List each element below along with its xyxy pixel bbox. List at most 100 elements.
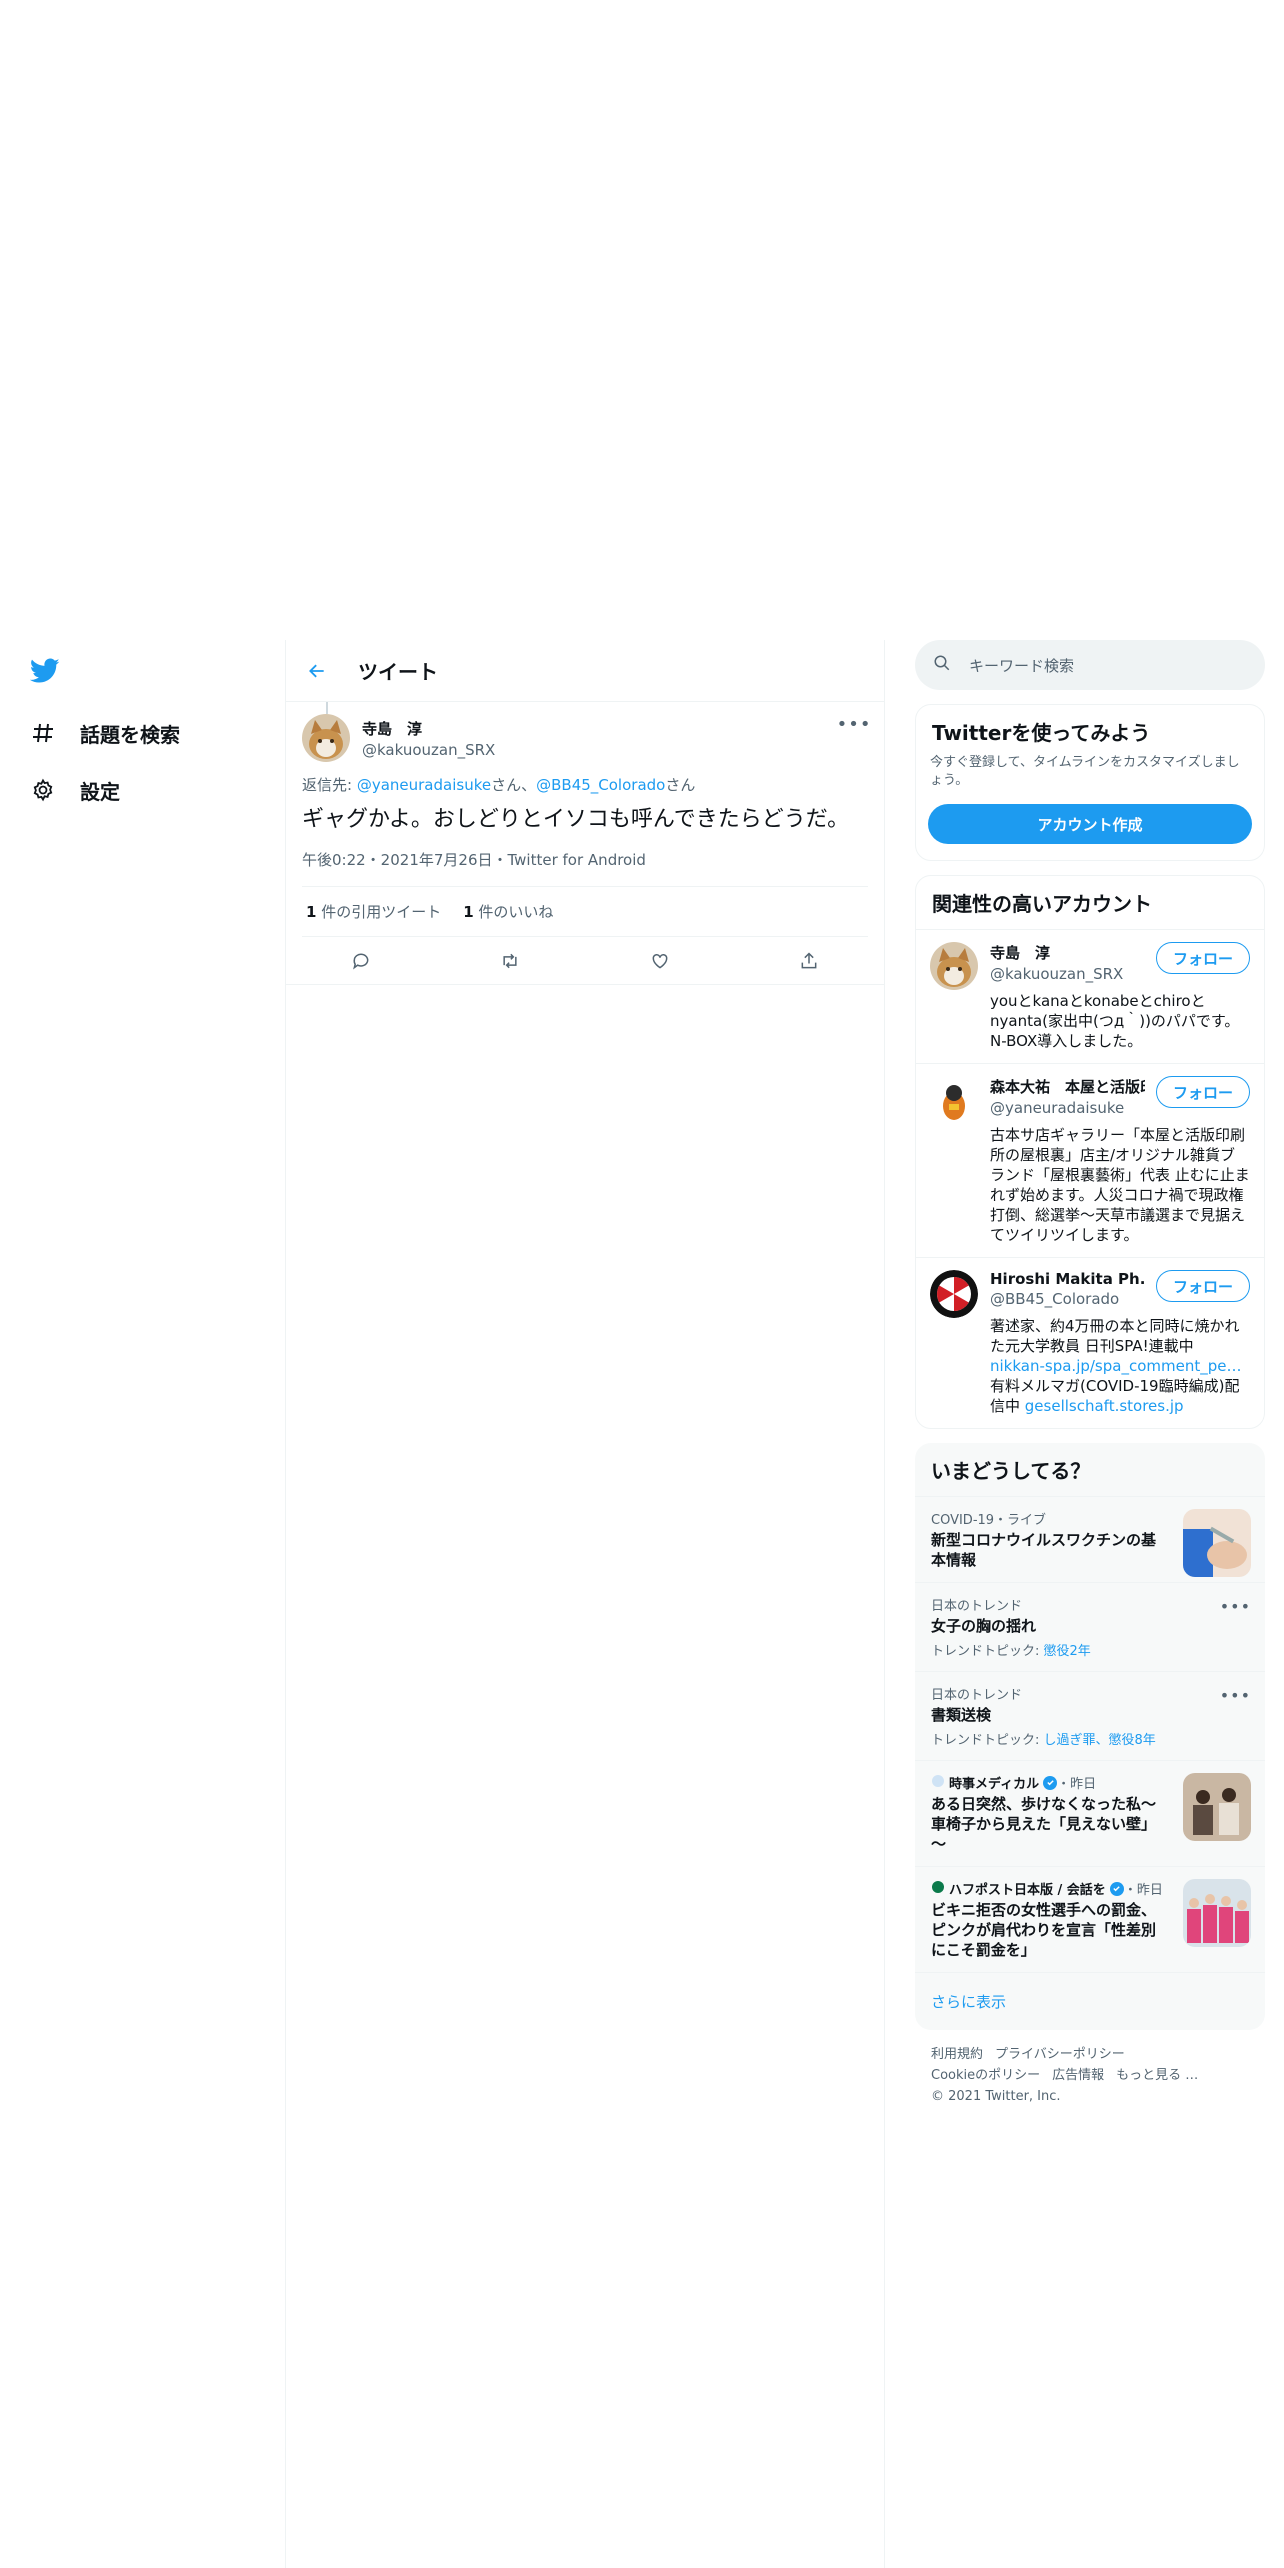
trend-item[interactable]: 日本のトレンド 女子の胸の揺れ トレンドトピック: 懲役2年 ••• <box>915 1582 1265 1671</box>
share-icon[interactable] <box>791 943 827 979</box>
author-name[interactable]: 寺島 淳 <box>362 718 495 739</box>
follow-button[interactable]: フォロー <box>1155 942 1250 974</box>
trend-item[interactable]: COVID-19・ライブ 新型コロナウイルスワクチンの基本情報 <box>915 1496 1265 1582</box>
avatar[interactable] <box>302 714 350 762</box>
trend-title: 女子の胸の揺れ <box>931 1617 1037 1635</box>
nav-item-label: 話題を検索 <box>80 722 180 747</box>
reply-prefix: 返信先: <box>302 776 357 794</box>
avatar[interactable] <box>930 1270 978 1318</box>
trend-item[interactable]: 日本のトレンド 書類送検 トレンドトピック: し過ぎ罪、懲役8年 ••• <box>915 1671 1265 1760</box>
tweet: 寺島 淳 @kakuouzan_SRX ••• 返信先: @yaneuradai… <box>286 702 884 985</box>
source-name: ハフポスト日本版 / 会話を <box>949 1883 1106 1898</box>
account-item[interactable]: Hiroshi Makita Ph.D. @BB45_Colorado 著述家、… <box>916 1257 1264 1428</box>
account-bio: youとkanaとkonabeとchiroとnyanta(家出中(つд｀))のパ… <box>990 992 1240 1050</box>
trend-topic: トレンドトピック: 懲役2年 <box>931 1644 1091 1659</box>
trend-context: 日本のトレンド <box>931 1688 1023 1703</box>
trend-title: ビキニ拒否の女性選手への罰金、ピンクが肩代わりを宣言「性差別にこそ罰金を」 <box>931 1901 1157 1959</box>
back-arrow-icon[interactable] <box>304 658 330 684</box>
nav-item-label: 設定 <box>80 779 120 804</box>
retweet-icon[interactable] <box>492 943 528 979</box>
bio-link[interactable]: gesellschaft.stores.jp <box>1025 1397 1184 1415</box>
verified-badge-icon <box>1043 1775 1058 1790</box>
nav-item-settings[interactable]: 設定 <box>30 770 120 810</box>
bio-link[interactable]: nikkan-spa.jp/spa_comment_pe… <box>990 1357 1241 1375</box>
more-options-icon[interactable]: ••• <box>1220 1597 1251 1616</box>
trend-title: 書類送検 <box>931 1706 992 1724</box>
gear-icon <box>30 777 56 803</box>
reply-icon[interactable] <box>343 943 379 979</box>
account-name[interactable]: 森本大祐 本屋と活版印 <box>990 1076 1145 1097</box>
trend-item[interactable]: ハフポスト日本版 / 会話を ・昨日 ビキニ拒否の女性選手への罰金、ピンクが肩代… <box>915 1866 1265 1972</box>
follow-button[interactable]: フォロー <box>1155 1076 1250 1108</box>
sidebar-right: キーワード検索 Twitterを使ってみよう 今すぐ登録して、タイムラインをカス… <box>915 640 1265 2121</box>
trends-card: いまどうしてる？ COVID-19・ライブ 新型コロナウイルスワクチンの基本情報… <box>915 1443 1265 2030</box>
source-logo-icon <box>931 1880 945 1898</box>
footer: 利用規約 プライバシーポリシー Cookieのポリシー 広告情報 もっと見る … © … <box>915 2030 1265 2121</box>
trend-topic-link[interactable]: し過ぎ罪、懲役8年 <box>1044 1733 1156 1748</box>
tweet-actions <box>286 937 884 985</box>
author-handle[interactable]: @kakuouzan_SRX <box>362 741 495 759</box>
reply-mention-link[interactable]: @yaneuradaisuke <box>357 776 491 794</box>
account-bio: 著述家、約4万冊の本と同時に焼かれた元大学教員 日刊SPA!連載中 nikkan… <box>990 1317 1242 1415</box>
trend-topic: トレンドトピック: し過ぎ罪、懲役8年 <box>931 1733 1156 1748</box>
copyright: © 2021 Twitter, Inc. <box>931 2089 1061 2104</box>
more-options-icon[interactable]: ••• <box>1220 1686 1251 1705</box>
signup-subtitle: 今すぐ登録して、タイムラインをカスタマイズしましょう。 <box>930 755 1240 788</box>
verified-badge-icon <box>1109 1881 1124 1896</box>
show-more-link[interactable]: さらに表示 <box>915 1972 1265 2030</box>
heart-icon[interactable] <box>642 943 678 979</box>
footer-link[interactable]: Cookieのポリシー <box>931 2068 1040 2083</box>
trend-context: COVID-19・ライブ <box>931 1513 1047 1528</box>
thread-line <box>326 702 328 714</box>
account-item[interactable]: 森本大祐 本屋と活版印 @yaneuradaisuke 古本サ店ギャラリー「本屋… <box>916 1063 1264 1257</box>
search-icon <box>933 654 951 676</box>
trend-topic-link[interactable]: 懲役2年 <box>1044 1644 1091 1659</box>
reply-suffix: さん、 <box>491 776 537 794</box>
tweet-timestamp[interactable]: 午後0:22・2021年7月26日・Twitter for Android <box>302 849 868 887</box>
trend-title: ある日突然、歩けなくなった私～車椅子から見えた「見えない壁」～ <box>931 1795 1157 1853</box>
trend-thumbnail <box>1183 1509 1251 1577</box>
more-options-icon[interactable]: ••• <box>837 714 871 735</box>
source-logo-icon <box>931 1774 945 1792</box>
trend-thumbnail <box>1183 1879 1251 1947</box>
trend-thumbnail <box>1183 1773 1251 1841</box>
account-name[interactable]: Hiroshi Makita Ph.D. <box>990 1270 1145 1288</box>
hashtag-icon <box>30 720 56 746</box>
trend-item[interactable]: 時事メディカル ・昨日 ある日突然、歩けなくなった私～車椅子から見えた「見えない… <box>915 1760 1265 1866</box>
account-name[interactable]: 寺島 淳 <box>990 942 1145 963</box>
reply-to: 返信先: @yaneuradaisukeさん、@BB45_Coloradoさん <box>302 774 868 795</box>
source-name: 時事メディカル <box>949 1777 1040 1792</box>
related-accounts-title: 関連性の高いアカウント <box>932 892 1152 916</box>
avatar[interactable] <box>930 1076 978 1124</box>
footer-link[interactable]: 利用規約 <box>931 2047 983 2062</box>
account-bio: 古本サ店ギャラリー「本屋と活版印刷所の屋根裏」店主/オリジナル雑貨ブランド「屋根… <box>990 1126 1250 1244</box>
footer-link[interactable]: もっと見る … <box>1116 2068 1198 2083</box>
trend-context: 日本のトレンド <box>931 1599 1023 1614</box>
avatar[interactable] <box>930 942 978 990</box>
signup-card: Twitterを使ってみよう 今すぐ登録して、タイムラインをカスタマイズしましょ… <box>915 704 1265 861</box>
page: 話題を検索 設定 ツイート 寺島 淳 @kakuouzan_SRX ••• 返信… <box>0 0 1284 2568</box>
search-input[interactable]: キーワード検索 <box>915 640 1265 690</box>
trends-title: いまどうしてる？ <box>931 1459 1091 1483</box>
main-column: ツイート 寺島 淳 @kakuouzan_SRX ••• 返信先: @yaneu… <box>285 640 885 2568</box>
account-item[interactable]: 寺島 淳 @kakuouzan_SRX youとkanaとkonabeとchir… <box>916 929 1264 1063</box>
trend-title: 新型コロナウイルスワクチンの基本情報 <box>931 1531 1157 1569</box>
tweet-text: ギャグかよ。おしどりとイソコも呼んできたらどうだ。 <box>302 807 850 832</box>
create-account-button[interactable]: アカウント作成 <box>928 804 1252 844</box>
quote-tweets-link[interactable]: 1 件の引用ツイート <box>306 901 441 922</box>
page-header: ツイート <box>286 640 884 702</box>
tweet-author[interactable]: 寺島 淳 @kakuouzan_SRX <box>302 714 868 762</box>
twitter-logo-icon[interactable] <box>29 658 64 688</box>
reply-mention-link[interactable]: @BB45_Colorado <box>536 776 665 794</box>
footer-link[interactable]: 広告情報 <box>1052 2068 1104 2083</box>
follow-button[interactable]: フォロー <box>1155 1270 1250 1302</box>
signup-title: Twitterを使ってみよう <box>932 721 1151 745</box>
likes-link[interactable]: 1 件のいいね <box>463 901 553 922</box>
tweet-stats: 1 件の引用ツイート 1 件のいいね <box>302 887 868 937</box>
related-accounts-card: 関連性の高いアカウント 寺島 淳 @kakuouzan_SRX youとkana… <box>915 875 1265 1429</box>
footer-link[interactable]: プライバシーポリシー <box>995 2047 1125 2062</box>
nav-item-explore[interactable]: 話題を検索 <box>30 713 180 753</box>
news-time: ・昨日 <box>1123 1883 1163 1898</box>
reply-suffix: さん <box>665 776 696 794</box>
page-title: ツイート <box>358 660 438 684</box>
